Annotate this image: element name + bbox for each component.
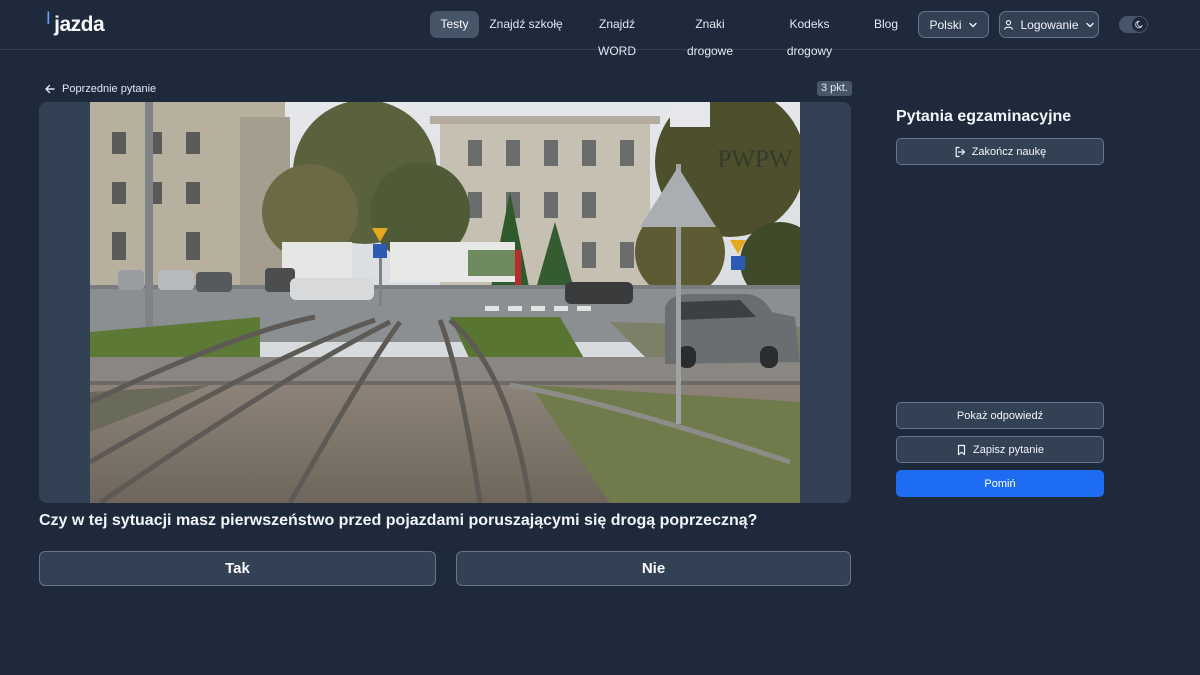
theme-toggle[interactable] <box>1119 16 1148 33</box>
nav-tests[interactable]: Testy <box>430 11 479 38</box>
language-label: Polski <box>929 17 962 32</box>
language-select[interactable]: Polski <box>918 11 989 38</box>
previous-question-link[interactable]: Poprzednie pytanie <box>44 80 156 97</box>
answer-yes-button[interactable]: Tak <box>39 551 436 586</box>
login-label: Logowanie <box>1020 17 1079 32</box>
show-answer-label: Pokaż odpowiedź <box>956 409 1044 422</box>
chevron-down-icon <box>968 22 977 27</box>
save-question-label: Zapisz pytanie <box>973 443 1044 456</box>
image-watermark: PWPW <box>718 146 793 173</box>
previous-question-label: Poprzednie pytanie <box>62 82 157 95</box>
chevron-down-icon <box>1085 22 1094 27</box>
show-answer-button[interactable]: Pokaż odpowiedź <box>896 402 1104 429</box>
logout-icon <box>955 146 965 157</box>
question-media: PWPW <box>39 102 851 503</box>
login-button[interactable]: Logowanie <box>999 11 1099 38</box>
question-text: Czy w tej sytuacji masz pierwszeństwo pr… <box>39 512 758 529</box>
answer-no-button[interactable]: Nie <box>456 551 851 586</box>
panel-title: Pytania egzaminacyjne <box>896 108 1072 125</box>
nav-find-word[interactable]: Znajdź WORD <box>580 11 654 58</box>
moon-icon <box>1135 20 1143 29</box>
logo-accent: ╵ <box>42 13 55 36</box>
nav-blog[interactable]: Blog <box>871 11 901 38</box>
save-question-button[interactable]: Zapisz pytanie <box>896 436 1104 463</box>
user-icon <box>1004 20 1014 30</box>
question-image: PWPW <box>90 102 800 503</box>
toggle-knob <box>1132 17 1147 32</box>
bookmark-icon <box>957 444 966 455</box>
end-learning-button[interactable]: Zakończ naukę <box>896 138 1104 165</box>
skip-button[interactable]: Pomiń <box>896 470 1104 497</box>
logo-text: jazda <box>54 13 105 36</box>
end-learning-label: Zakończ naukę <box>971 145 1047 158</box>
skip-label: Pomiń <box>984 477 1016 490</box>
site-logo[interactable]: ╵jazda <box>42 12 105 37</box>
nav-highway-code[interactable]: Kodeks drogowy <box>766 11 853 58</box>
points-badge: 3 pkt. <box>817 81 852 96</box>
arrow-left-icon <box>45 84 55 93</box>
nav-find-school[interactable]: Znajdź szkołę <box>488 11 564 38</box>
top-navigation-bar: ╵jazda Testy Znajdź szkołę Znajdź WORD Z… <box>0 0 1200 58</box>
nav-road-signs[interactable]: Znaki drogowe <box>671 11 749 58</box>
